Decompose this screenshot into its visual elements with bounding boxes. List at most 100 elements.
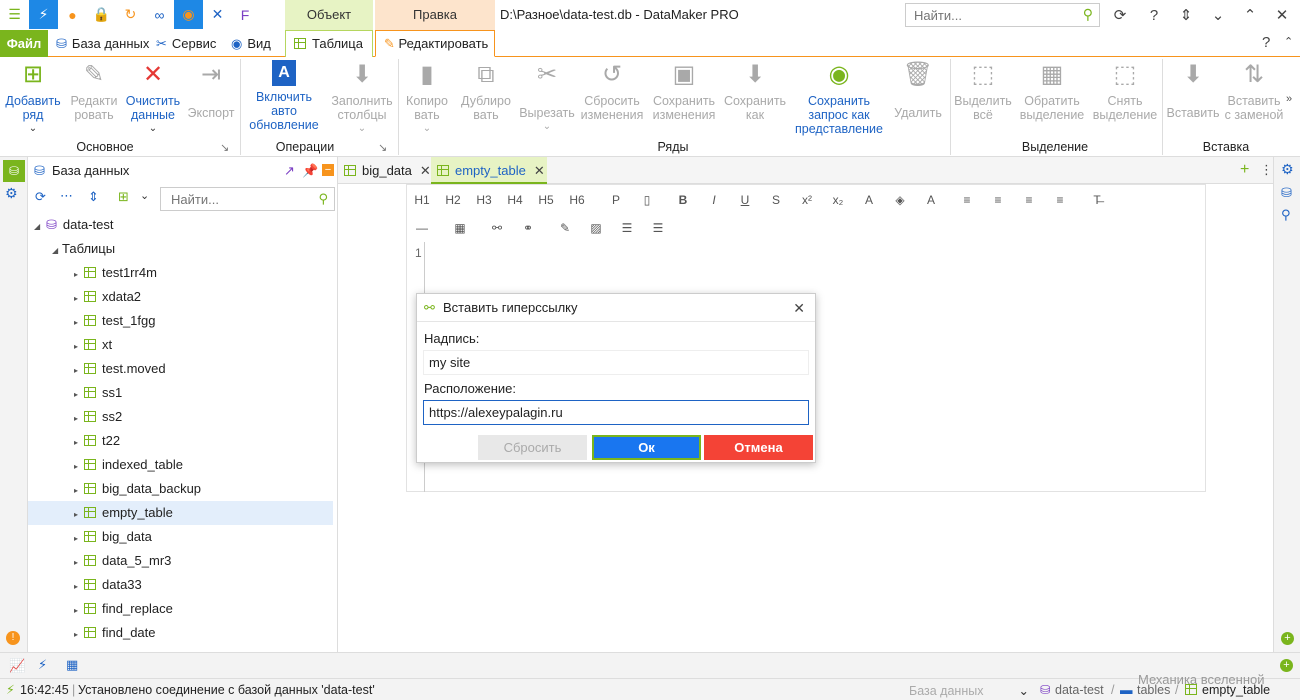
tree-table-item[interactable]: ▸ t22 <box>28 429 333 453</box>
eye-icon[interactable]: ◉ <box>174 0 203 29</box>
app-menu-icon[interactable]: ☰ <box>0 0 29 29</box>
glasses-icon[interactable]: ∞ <box>145 0 174 29</box>
image-icon[interactable]: ▨ <box>583 216 609 240</box>
minimize-panel-icon[interactable]: − <box>322 164 334 176</box>
heading-4-button[interactable]: H4 <box>502 188 528 212</box>
delete-button[interactable]: 🗑 Удалить <box>890 60 946 121</box>
tab-big-data[interactable]: big_data ✕ <box>338 157 431 184</box>
sort-icon[interactable]: ⇕ <box>88 189 99 205</box>
tree-table-item[interactable]: ▸ big_data <box>28 525 333 549</box>
export-button[interactable]: ⇥ Экспорт <box>184 60 238 121</box>
global-search[interactable]: ⚲ <box>905 3 1100 27</box>
close-tab-icon[interactable]: ✕ <box>420 163 431 178</box>
duplicate-button[interactable]: ⧉ Дублиро вать <box>458 60 514 123</box>
deselect-button[interactable]: ⬚ Снять выделение <box>1092 60 1158 123</box>
bulb-icon[interactable]: ● <box>58 0 87 29</box>
breadcrumb-db[interactable]: data-test <box>1055 679 1104 700</box>
expand-arrow-icon[interactable]: ▸ <box>74 335 84 359</box>
group-launcher-icon[interactable]: ↘ <box>378 141 387 154</box>
database-panel-icon[interactable]: ⛁ <box>3 160 25 182</box>
db-selector[interactable]: База данных ⌄ <box>905 680 1033 700</box>
more-icon[interactable]: ⋯ <box>60 188 73 204</box>
tree-icon[interactable]: ⊞ <box>118 189 129 205</box>
heading-5-button[interactable]: H5 <box>533 188 559 212</box>
paste-replace-button[interactable]: ⇅ Вставить с заменой <box>1224 60 1284 123</box>
close-icon[interactable]: ✕ <box>1266 0 1298 30</box>
tree-table-item[interactable]: ▸ test.moved <box>28 357 333 381</box>
tree-folder-tables[interactable]: ◢ Таблицы <box>28 237 333 261</box>
select-all-button[interactable]: ⬚ Выделить всё <box>952 60 1014 123</box>
paragraph-icon[interactable]: P <box>603 188 629 212</box>
tree-table-item[interactable]: ▸ test1rr4m <box>28 261 333 285</box>
heading-6-button[interactable]: H6 <box>564 188 590 212</box>
ribbon-tab-edit[interactable]: ✎ Редактировать <box>375 30 495 57</box>
reset-changes-button[interactable]: ↺ Сбросить изменения <box>578 60 646 123</box>
help-icon[interactable]: ? <box>1138 0 1170 30</box>
db-search-icon[interactable]: ⛁ <box>1281 185 1292 201</box>
customize-icon[interactable]: F <box>232 0 258 29</box>
fill-columns-button[interactable]: ⬇ Заполнить столбцы ⌄ <box>328 60 396 136</box>
file-menu[interactable]: Файл <box>0 30 48 57</box>
tree-table-item[interactable]: ▸ test_1fgg <box>28 309 333 333</box>
code-icon[interactable]: ▯ <box>634 188 660 212</box>
tab-empty-table[interactable]: empty_table ✕ <box>431 157 547 184</box>
tree-table-item[interactable]: ▸ big_data_backup <box>28 477 333 501</box>
tree-table-item[interactable]: ▸ indexed_table <box>28 453 333 477</box>
edit-image-icon[interactable]: ✎ <box>552 216 578 240</box>
lock-icon[interactable]: 🔒 <box>87 0 116 29</box>
new-tab-icon[interactable]: + <box>1240 161 1249 179</box>
bolt-icon[interactable]: ⚡ <box>38 657 47 673</box>
heading-1-button[interactable]: H1 <box>409 188 435 212</box>
expand-arrow-icon[interactable]: ▸ <box>74 503 84 527</box>
expand-arrow-icon[interactable]: ▸ <box>74 455 84 479</box>
clear-data-button[interactable]: ✕ Очистить данные ⌄ <box>122 60 184 136</box>
expand-arrow-icon[interactable]: ◢ <box>34 215 44 239</box>
horizontal-rule-icon[interactable]: — <box>409 216 435 240</box>
expand-arrow-icon[interactable]: ▸ <box>74 287 84 311</box>
menu-service[interactable]: ✂ Сервис <box>156 30 216 57</box>
help-icon[interactable]: ? <box>1262 34 1270 51</box>
italic-icon[interactable]: I <box>701 188 727 212</box>
calendar-icon[interactable]: ▦ <box>66 657 78 673</box>
chart-icon[interactable]: 📈 <box>9 658 25 674</box>
expand-icon[interactable]: ⇕ <box>1170 0 1202 30</box>
add-row-button[interactable]: ⊞ Добавить ряд ⌄ <box>2 60 64 136</box>
expand-arrow-icon[interactable]: ▸ <box>74 383 84 407</box>
insert-table-icon[interactable]: ▦ <box>447 216 473 240</box>
save-as-button[interactable]: ⬇ Сохранить как <box>720 60 790 123</box>
bold-icon[interactable]: B <box>670 188 696 212</box>
tree-table-item[interactable]: ▸ find_replace <box>28 597 333 621</box>
undock-icon[interactable]: ↗ <box>284 157 295 184</box>
align-center-icon[interactable]: ≡ <box>985 188 1011 212</box>
tree-table-item[interactable]: ▸ xdata2 <box>28 285 333 309</box>
refresh-icon[interactable]: ⟳ <box>35 189 46 205</box>
warning-icon[interactable]: ! <box>6 631 20 645</box>
add-icon[interactable]: + <box>1280 659 1293 672</box>
expand-arrow-icon[interactable]: ▸ <box>74 551 84 575</box>
settings-icon[interactable]: ⚙ <box>1281 161 1294 178</box>
unlink-icon[interactable]: ⚭ <box>515 216 541 240</box>
tree-table-item[interactable]: ▸ find_date <box>28 621 333 645</box>
align-right-icon[interactable]: ≡ <box>1016 188 1042 212</box>
align-left-icon[interactable]: ≡ <box>954 188 980 212</box>
expand-arrow-icon[interactable]: ▸ <box>74 359 84 383</box>
cut-button[interactable]: ✂ Вырезать ⌄ <box>518 60 576 134</box>
copy-button[interactable]: ▮ Копиро вать ⌄ <box>402 60 452 136</box>
subscript-icon[interactable]: x₂ <box>825 188 851 212</box>
ribbon-tab-table[interactable]: Таблица <box>285 30 373 57</box>
clear-format-icon[interactable]: T̶ <box>1084 188 1110 212</box>
link-icon[interactable]: ⚯ <box>484 216 510 240</box>
edit-row-button[interactable]: ✎ Редакти ровать <box>68 60 120 123</box>
bullet-list-icon[interactable]: ☰ <box>614 216 640 240</box>
tree-table-item[interactable]: ▸ ss2 <box>28 405 333 429</box>
underline-icon[interactable]: U <box>732 188 758 212</box>
tree-root[interactable]: ◢ ⛁ data-test <box>28 213 333 237</box>
tree-table-item[interactable]: ▸ data33 <box>28 573 333 597</box>
location-input[interactable] <box>423 400 809 425</box>
expand-arrow-icon[interactable]: ◢ <box>52 239 62 263</box>
auto-update-button[interactable]: A Включить авто обновление <box>246 60 322 132</box>
strikethrough-icon[interactable]: S <box>763 188 789 212</box>
expand-arrow-icon[interactable]: ▸ <box>74 527 84 551</box>
add-icon[interactable]: + <box>1281 632 1294 645</box>
save-changes-button[interactable]: ▣ Сохранить изменения <box>650 60 718 123</box>
